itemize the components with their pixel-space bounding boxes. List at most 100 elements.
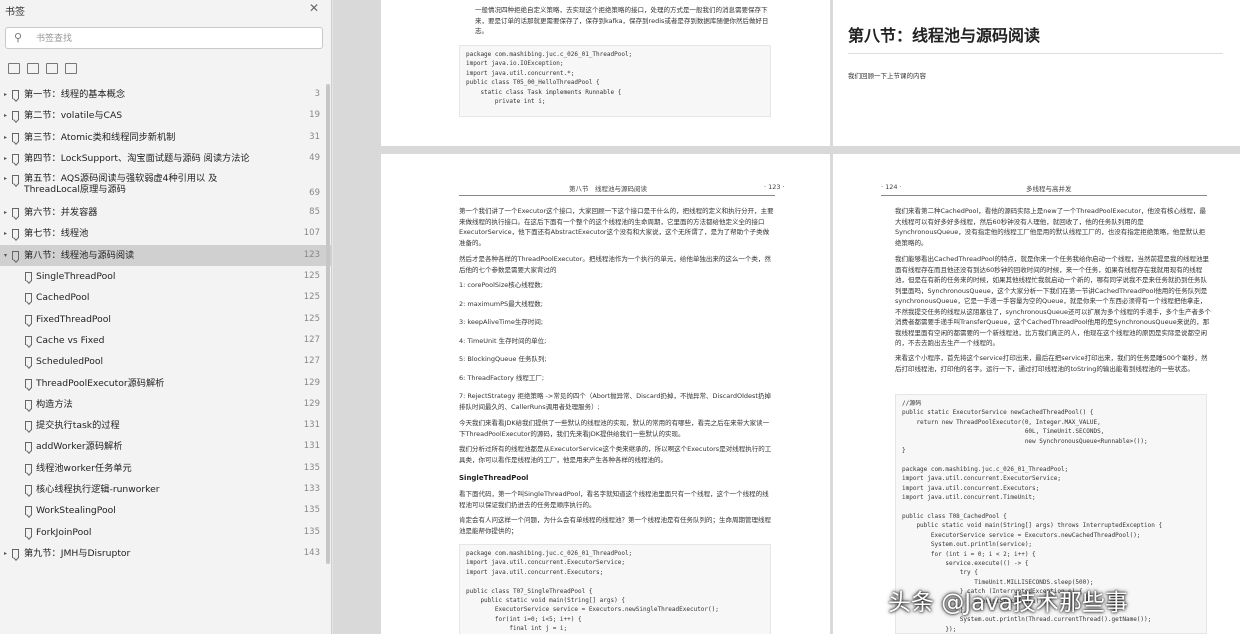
bookmark-label: 第七节：线程池 [24, 228, 89, 240]
bookmark-page-number: 133 [303, 484, 320, 495]
bookmark-item[interactable]: ▸ 第四节：LockSupport、淘宝面试题与源码 阅读方法论 49 [0, 148, 331, 169]
bookmark-icon [12, 229, 19, 239]
bookmark-icon [12, 90, 19, 99]
bookmark-label: SingleThreadPool [36, 271, 116, 283]
bookmark-subitem[interactable]: 构造方法 129 [0, 394, 331, 415]
parameter-item: 2: maximumPS最大线程数; [459, 299, 543, 308]
code-line: final int j = i; [466, 625, 568, 633]
bookmark-icon [25, 421, 32, 431]
bookmark-item[interactable]: ▸ 第六节：并发容器 85 [0, 202, 331, 223]
bookmark-item[interactable]: ▾ 第八节：线程池与源码阅读 123 [0, 244, 331, 267]
bookmark-subitem[interactable]: 核心线程执行逻辑-runworker 133 [0, 479, 331, 500]
bookmark-subitem[interactable]: ForkJoinPool 135 [0, 522, 331, 543]
bookmark-page-number: 69 [309, 188, 320, 199]
code-line: public class T05_00_HelloThreadPool { [466, 79, 600, 87]
expand-arrow-icon[interactable]: ▾ [4, 245, 7, 266]
bookmark-item[interactable]: ▸ 第一节：线程的基本概念 3 [0, 84, 331, 105]
collapse-arrow-icon[interactable]: ▸ [4, 84, 7, 105]
bookmark-item[interactable]: ▸ 第七节：线程池 107 [0, 223, 331, 244]
bookmark-icon [12, 250, 19, 260]
bookmark-page-number: 135 [303, 526, 320, 537]
bookmark-item[interactable]: ▸ 第九节：JMH与Disruptor 143 [0, 543, 331, 564]
code-line: import java.util.concurrent.ExecutorServ… [466, 559, 625, 567]
paragraph: 然后才是各种各样的ThreadPoolExecutor。把线程池作为一个执行的单… [459, 255, 771, 274]
close-icon[interactable]: ✕ [309, 1, 319, 15]
collapse-arrow-icon[interactable]: ▸ [4, 202, 7, 223]
header-rule [459, 195, 775, 196]
bookmark-page-number: 107 [303, 228, 320, 239]
bookmark-page-number: 19 [309, 110, 320, 121]
bookmark-icon [25, 357, 32, 367]
code-line: service.execute(() -> { [902, 559, 1029, 567]
bookmark-page-number: 125 [303, 313, 320, 324]
paragraph: 我们分析过所有的线程池都是从ExecutorService这个类来继承的，所以啊… [459, 445, 772, 464]
paragraph: 今天我们来看看JDK给我们提供了一些默认的线程池的实现，默认的常用的有哪些，看完… [459, 419, 770, 438]
collapse-arrow-icon[interactable]: ▸ [4, 543, 7, 564]
code-line: public static ExecutorService newCachedT… [902, 409, 1094, 417]
collapse-arrow-icon[interactable]: ▸ [4, 127, 7, 148]
search-icon: ⚲ [14, 31, 23, 44]
bookmark-item[interactable]: ▸ 第五节：AQS源码阅读与强软弱虚4种引用以 及ThreadLocal原理与源码… [0, 169, 331, 202]
bookmark-subitem[interactable]: FixedThreadPool 125 [0, 309, 331, 330]
bookmark-subitem[interactable]: ScheduledPool 127 [0, 351, 331, 372]
code-line: } [902, 447, 906, 455]
code-line: //源码 [902, 400, 922, 407]
add-bookmark-icon[interactable] [46, 63, 58, 74]
paragraph: 第一个我们讲了一个Executor这个接口，大家回顾一下这个接口是干什么的，把线… [459, 207, 774, 247]
divider [848, 53, 1223, 54]
bookmark-icon [12, 548, 19, 558]
collapse-arrow-icon[interactable]: ▸ [4, 223, 7, 244]
scrollbar[interactable] [326, 84, 330, 564]
bookmark-subitem[interactable]: addWorker源码解析 131 [0, 436, 331, 457]
document-viewer[interactable]: 一般情况四种拒绝自定义策略，去实现这个拒绝策略的接口，处理的方式是一般我们的消息… [333, 0, 1240, 634]
code-line: new SynchronousQueue<Runnable>()); [902, 437, 1148, 445]
bookmark-page-number: 143 [303, 547, 320, 558]
collapse-arrow-icon[interactable]: ▸ [4, 148, 7, 169]
section-heading: SingleThreadPool [459, 474, 529, 482]
bookmark-tree: ▸ 第一节：线程的基本概念 3 ▸ 第二节：volatile与CAS 19 ▸ 第三节：Ato… [0, 84, 331, 564]
bookmark-subitem[interactable]: Cache vs Fixed 127 [0, 330, 331, 351]
bookmark-search-input[interactable]: ⚲ 书签查找 [5, 27, 323, 49]
bookmark-icon [25, 527, 32, 537]
code-line: import java.util.concurrent.Executors; [466, 568, 604, 576]
bookmark-subitem[interactable]: ThreadPoolExecutor源码解析 129 [0, 373, 331, 394]
bookmark-subitem[interactable]: 线程池worker任务单元 135 [0, 458, 331, 479]
bookmark-label: 第五节：AQS源码阅读与强软弱虚4种引用以 及ThreadLocal原理与源码 [24, 173, 218, 196]
parameter-item: 3: keepAliveTime生存时间; [459, 318, 544, 326]
bookmark-label: WorkStealingPool [36, 505, 116, 517]
paragraph: 我们回顾一下上节课的内容 [848, 72, 926, 80]
watermark: 头条 @Java技术那些事 [888, 590, 1128, 616]
bookmark-subitem[interactable]: 提交执行task的过程 131 [0, 415, 331, 436]
bookmarks-header: 书签 ✕ [0, 0, 331, 18]
collapse-arrow-icon[interactable]: ▸ [4, 105, 7, 126]
panel-title: 书签 [5, 7, 25, 18]
page-123-title: 第八节：线程池与源码阅读 我们回顾一下上节课的内容 [833, 0, 1240, 146]
bookmark-subitem[interactable]: CachedPool 125 [0, 287, 331, 308]
bookmark-page-number: 129 [303, 398, 320, 409]
parameter-list: 1: corePoolSize核心线程数; 2: maximumPS最大线程数; 3… [459, 280, 775, 420]
code-line: import java.util.concurrent.*; [466, 69, 575, 77]
code-line: private int i; [466, 98, 546, 106]
paragraph: 一般情况四种拒绝自定义策略，去实现这个拒绝策略的接口，处理的方式是一般我们的消息… [475, 6, 769, 35]
code-block: package com.mashibing.juc.c_026_01_Threa… [459, 45, 771, 117]
code-line: 60L, TimeUnit.SECONDS, [902, 428, 1105, 436]
bookmark-item[interactable]: ▸ 第二节：volatile与CAS 19 [0, 105, 331, 126]
bookmark-subitem[interactable]: WorkStealingPool 135 [0, 500, 331, 521]
collapse-arrow-icon[interactable]: ▸ [4, 173, 7, 184]
bookmark-item[interactable]: ▸ 第三节：Atomic类和线程同步新机制 31 [0, 127, 331, 148]
bookmark-subitem[interactable]: SingleThreadPool 125 [0, 266, 331, 287]
bookmark-icon [12, 208, 19, 218]
collapse-all-icon[interactable] [27, 63, 39, 74]
bookmark-page-number: 31 [309, 131, 320, 142]
bookmark-page-number: 3 [314, 89, 320, 99]
bookmark-label: 第一节：线程的基本概念 [24, 89, 126, 100]
code-line: public static void main(String[] args) { [466, 597, 625, 605]
bookmark-label: 第八节：线程池与源码阅读 [24, 249, 135, 261]
bookmark-label: 构造方法 [36, 398, 73, 410]
parameter-item: 4: TimeUnit 生存时间的单位; [459, 336, 547, 345]
paragraph: 我们来看第二种CachedPool，看他的源码实际上是new了一个ThreadP… [895, 207, 1207, 247]
expand-all-icon[interactable] [8, 63, 20, 74]
bookmark-icon[interactable] [65, 63, 77, 74]
bookmark-label: 第六节：并发容器 [24, 207, 98, 219]
